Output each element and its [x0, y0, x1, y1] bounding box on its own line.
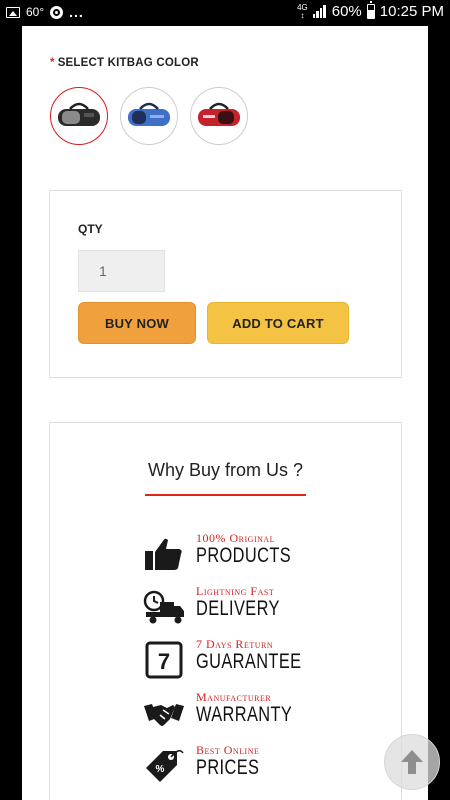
add-to-cart-button[interactable]: ADD TO CART	[207, 302, 349, 344]
arrow-up-icon	[401, 750, 423, 774]
qty-input[interactable]	[78, 250, 165, 292]
svg-text:%: %	[156, 764, 165, 775]
swatch-black-kitbag[interactable]	[50, 87, 108, 145]
feature-return-guarantee: 7 7 Days Return GUARANTEE	[143, 637, 343, 683]
feature-fast-delivery: Lightning Fast DELIVERY	[143, 584, 343, 630]
price-tag-icon: %	[146, 750, 184, 782]
battery-icon	[366, 1, 375, 19]
red-kitbag-image	[198, 102, 240, 126]
feature-best-prices: % Best Online PRICES	[143, 743, 343, 789]
browser-notification-icon	[50, 5, 64, 19]
right-margin	[428, 26, 450, 800]
why-buy-section: Why Buy from Us ? 100% Original PRODUCTS	[49, 422, 402, 800]
network-type: 4G ↕	[297, 2, 308, 20]
swatch-blue-kitbag[interactable]	[120, 87, 178, 145]
scroll-to-top-button[interactable]	[384, 734, 440, 790]
handshake-icon	[144, 704, 184, 726]
signal-icon	[312, 5, 327, 18]
blue-kitbag-image	[128, 102, 170, 126]
status-bar: 60° ... 4G ↕ 60% 10:25 PM	[0, 0, 450, 26]
why-buy-title: Why Buy from Us ?	[147, 460, 304, 480]
feature-title: PRICES	[196, 756, 260, 779]
color-swatches	[50, 87, 248, 145]
feature-title: GUARANTEE	[196, 650, 302, 673]
title-underline	[145, 494, 306, 496]
image-notification-icon	[6, 6, 20, 18]
feature-original-products: 100% Original PRODUCTS	[143, 531, 343, 577]
feature-title: DELIVERY	[196, 597, 280, 620]
thumbs-up-icon	[145, 538, 182, 570]
select-color-label: * SELECT KITBAG COLOR	[50, 57, 199, 69]
battery-percent: 60%	[331, 3, 362, 20]
seven-days-icon: 7	[145, 641, 183, 679]
feature-warranty: Manufacturer WARRANTY	[143, 690, 343, 736]
clock: 10:25 PM	[379, 3, 444, 20]
purchase-box: QTY BUY NOW ADD TO CART	[49, 190, 402, 378]
delivery-truck-icon	[143, 590, 184, 624]
buy-now-button[interactable]: BUY NOW	[78, 302, 196, 344]
svg-text:7: 7	[158, 649, 170, 674]
swatch-red-kitbag[interactable]	[190, 87, 248, 145]
feature-title: WARRANTY	[196, 703, 293, 726]
feature-title: PRODUCTS	[196, 544, 292, 567]
qty-label: QTY	[78, 222, 103, 236]
required-asterisk: *	[50, 57, 55, 69]
product-page: * SELECT KITBAG COLOR QTY 1 BUY NOW ADD …	[22, 26, 428, 800]
black-kitbag-image	[58, 102, 100, 126]
left-margin	[0, 26, 22, 800]
more-notifications: ...	[69, 4, 84, 20]
temperature-text: 60°	[26, 5, 45, 19]
